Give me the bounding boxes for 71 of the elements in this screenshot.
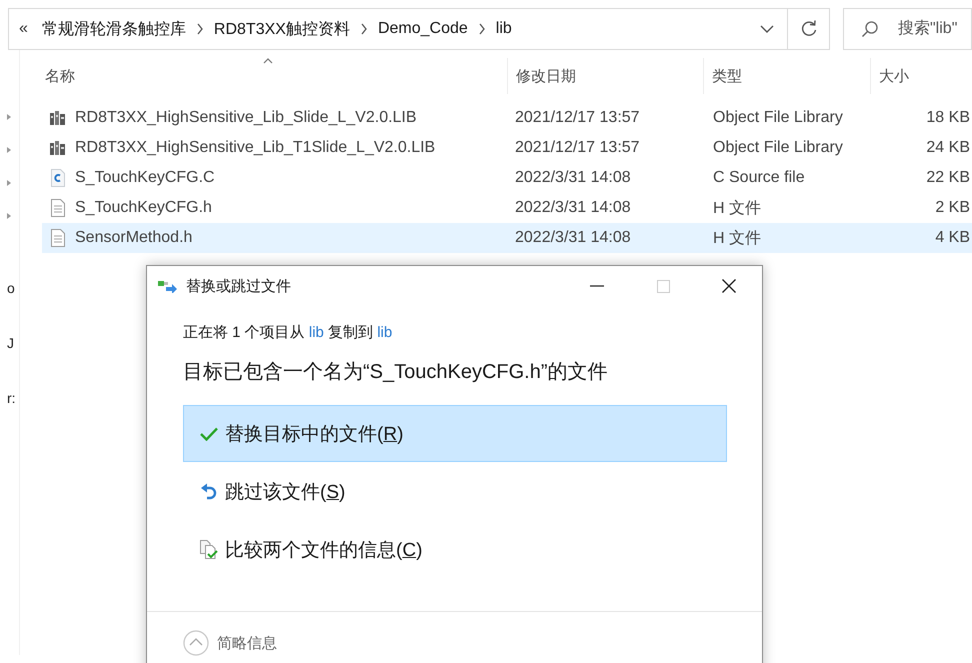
- text-file-icon: [51, 229, 65, 247]
- file-size: 22 KB: [926, 169, 970, 186]
- search-icon: [861, 20, 879, 38]
- search-field[interactable]: 搜索"lib": [843, 8, 972, 50]
- modified-date: 2022/3/31 14:08: [515, 229, 631, 246]
- file-size: 18 KB: [926, 109, 970, 126]
- file-size: 2 KB: [935, 199, 970, 216]
- expand-arrow-icon[interactable]: [7, 212, 11, 218]
- modified-date: 2022/3/31 14:08: [515, 169, 631, 186]
- breadcrumb[interactable]: 常规滑轮滑条触控库: [42, 18, 186, 40]
- file-row[interactable]: RD8T3XX_HighSensitive_Lib_Slide_L_V2.0.LIB 2021/12/17 13:57 Object File Library 18 KB: [42, 103, 972, 133]
- undo-arrow-icon: [201, 482, 217, 500]
- sort-caret-icon: [263, 58, 273, 64]
- sidebar-item[interactable]: o: [7, 280, 15, 296]
- file-type: C Source file: [713, 169, 805, 186]
- breadcrumb[interactable]: RD8T3XX触控资料: [214, 18, 350, 40]
- sidebar-item[interactable]: r:: [7, 390, 16, 406]
- file-type: Object File Library: [713, 109, 843, 126]
- column-header[interactable]: 类型: [703, 58, 870, 94]
- file-name: RD8T3XX_HighSensitive_Lib_Slide_L_V2.0.LIB: [75, 109, 417, 127]
- sidebar-item[interactable]: J: [7, 334, 14, 350]
- chevron-right-icon: [196, 23, 204, 35]
- file-row[interactable]: SensorMethod.h 2022/3/31 14:08 H 文件 4 KB: [42, 223, 972, 253]
- file-type: H 文件: [713, 230, 761, 246]
- dialog-option[interactable]: 跳过该文件(S): [183, 463, 727, 520]
- file-row[interactable]: RD8T3XX_HighSensitive_Lib_T1Slide_L_V2.0.LIB 2021/12/17 13:57 Object File Library 24 KB: [42, 133, 972, 163]
- dialog-option[interactable]: 比较两个文件的信息(C): [183, 521, 727, 578]
- file-type: Object File Library: [713, 139, 843, 156]
- refresh-icon: [800, 20, 818, 38]
- modified-date: 2021/12/17 13:57: [515, 139, 640, 156]
- library-file-icon: [50, 111, 66, 125]
- file-type: H 文件: [713, 200, 761, 216]
- check-icon: [200, 426, 218, 440]
- file-size: 4 KB: [935, 229, 970, 246]
- overflow-button[interactable]: «: [15, 20, 32, 38]
- chevron-right-icon: [478, 23, 486, 35]
- column-header[interactable]: 修改日期: [507, 58, 703, 94]
- file-name: RD8T3XX_HighSensitive_Lib_T1Slide_L_V2.0.LIB: [75, 139, 436, 157]
- expand-chevron-icon[interactable]: [183, 630, 209, 656]
- copy-status-text: 正在将 1 个项目从 lib 复制到 lib: [183, 323, 394, 342]
- dropdown-caret-icon[interactable]: [760, 24, 774, 34]
- conflict-message: 目标已包含一个名为“S_TouchKeyCFG.h”的文件: [183, 360, 609, 385]
- breadcrumb[interactable]: lib: [496, 20, 512, 38]
- library-file-icon: [50, 141, 66, 155]
- chevron-right-icon: [360, 23, 368, 35]
- file-name: S_TouchKeyCFG.C: [75, 169, 215, 187]
- modified-date: 2022/3/31 14:08: [515, 199, 631, 216]
- column-header[interactable]: 名称: [42, 58, 507, 94]
- column-header[interactable]: 大小: [870, 58, 972, 94]
- replace-files-icon: [158, 279, 178, 293]
- minimize-icon: [590, 285, 604, 287]
- dialog-option[interactable]: 替换目标中的文件(R): [183, 405, 727, 462]
- dialog-title: 替换或跳过文件: [186, 276, 292, 296]
- modified-date: 2021/12/17 13:57: [515, 109, 640, 126]
- expand-arrow-icon[interactable]: [7, 180, 11, 186]
- breadcrumb[interactable]: Demo_Code: [378, 20, 468, 38]
- details-toggle-label[interactable]: 简略信息: [217, 634, 277, 652]
- close-icon: [722, 279, 736, 293]
- file-name: S_TouchKeyCFG.h: [75, 199, 212, 217]
- folder-link[interactable]: lib: [308, 324, 324, 341]
- maximize-icon: [656, 280, 670, 292]
- expand-arrow-icon[interactable]: [7, 114, 11, 120]
- file-name: SensorMethod.h: [75, 229, 192, 247]
- expand-arrow-icon[interactable]: [7, 146, 11, 152]
- c-file-icon: [51, 169, 65, 187]
- text-file-icon: [51, 199, 65, 217]
- file-row[interactable]: S_TouchKeyCFG.C 2022/3/31 14:08 C Source file 22 KB: [42, 163, 972, 193]
- file-size: 24 KB: [926, 139, 970, 156]
- folder-link[interactable]: lib: [377, 324, 392, 341]
- file-row[interactable]: S_TouchKeyCFG.h 2022/3/31 14:08 H 文件 2 KB: [42, 193, 972, 223]
- compare-files-icon: [200, 540, 218, 560]
